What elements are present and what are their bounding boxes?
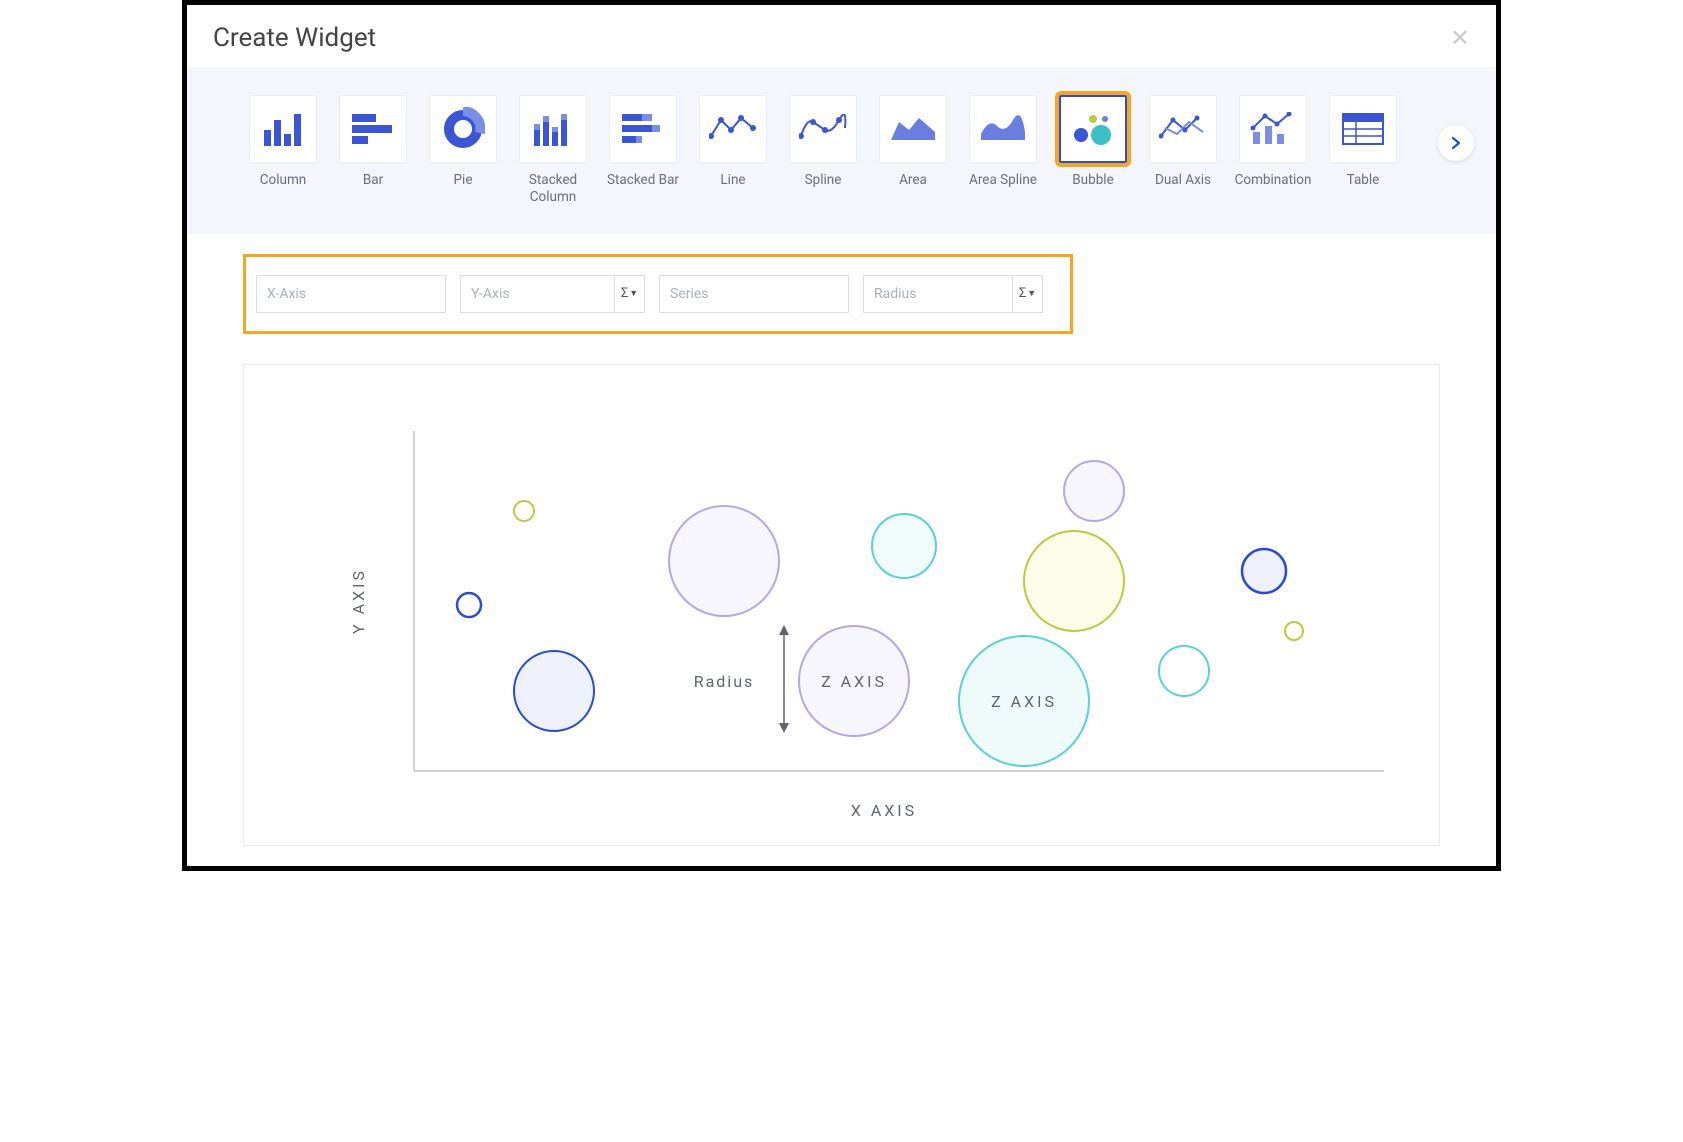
sigma-icon: Σ	[621, 286, 628, 301]
axis-config-bar: X-Axis Y-Axis Σ▼ Series Radius Σ▼	[243, 254, 1073, 334]
svg-text:Y AXIS: Y AXIS	[349, 568, 368, 634]
chart-type-label: Pie	[454, 172, 473, 189]
chart-type-table[interactable]: Table	[1327, 95, 1399, 189]
chart-type-label: Combination	[1235, 172, 1312, 189]
chart-type-area-spline[interactable]: Area Spline	[967, 95, 1039, 189]
chart-type-label: Spline	[805, 172, 842, 189]
chart-type-label: Table	[1347, 172, 1380, 189]
series-placeholder: Series	[670, 286, 709, 302]
chart-type-label: Stacked Column	[517, 172, 589, 206]
x-axis-input[interactable]: X-Axis	[256, 275, 446, 313]
chart-type-label: Column	[260, 172, 307, 189]
chart-type-bar[interactable]: Bar	[337, 95, 409, 189]
chart-type-spline[interactable]: Spline	[787, 95, 859, 189]
radius-input[interactable]: Radius	[863, 275, 1013, 313]
chart-type-combination[interactable]: Combination	[1237, 95, 1309, 189]
svg-text:Z AXIS: Z AXIS	[821, 672, 887, 691]
chart-type-stacked-column[interactable]: Stacked Column	[517, 95, 589, 206]
bubble-chart-icon	[1071, 109, 1115, 149]
svg-text:Z AXIS: Z AXIS	[991, 692, 1057, 711]
series-input[interactable]: Series	[659, 275, 849, 313]
chart-type-label: Stacked Bar	[607, 172, 679, 189]
area-chart-icon	[889, 114, 937, 144]
area-spline-icon	[979, 114, 1027, 144]
line-chart-icon	[709, 114, 757, 144]
spline-chart-icon	[799, 114, 847, 144]
radius-placeholder: Radius	[874, 286, 917, 302]
chart-type-bubble[interactable]: Bubble	[1057, 95, 1129, 189]
svg-text:Radius: Radius	[694, 672, 755, 691]
chart-type-area[interactable]: Area	[877, 95, 949, 189]
bubble-chart-preview: Y AXIS X AXIS Z AXIS Z AXIS	[264, 411, 1444, 831]
chart-type-label: Area	[899, 172, 927, 189]
chart-preview: Y AXIS X AXIS Z AXIS Z AXIS	[243, 364, 1440, 846]
chart-type-label: Line	[720, 172, 745, 189]
x-axis-placeholder: X-Axis	[267, 286, 306, 302]
table-icon	[1342, 113, 1384, 145]
radius-aggregation-button[interactable]: Σ▼	[1013, 275, 1043, 313]
close-button[interactable]: ✕	[1450, 24, 1470, 52]
chart-type-column[interactable]: Column	[247, 95, 319, 189]
y-axis-aggregation-button[interactable]: Σ▼	[615, 275, 645, 313]
chevron-right-icon	[1451, 136, 1461, 150]
chart-type-line[interactable]: Line	[697, 95, 769, 189]
chart-type-stacked-bar[interactable]: Stacked Bar	[607, 95, 679, 189]
svg-text:X AXIS: X AXIS	[851, 801, 917, 820]
y-axis-placeholder: Y-Axis	[471, 286, 510, 302]
chart-type-label: Bar	[363, 172, 383, 189]
dual-axis-icon	[1159, 114, 1207, 144]
bar-chart-icon	[352, 112, 394, 146]
sigma-icon: Σ	[1019, 286, 1026, 301]
chart-type-label: Dual Axis	[1155, 172, 1211, 189]
chart-type-label: Area Spline	[969, 172, 1037, 189]
scroll-right-button[interactable]	[1438, 125, 1474, 161]
chart-type-dual-axis[interactable]: Dual Axis	[1147, 95, 1219, 189]
chart-type-pie[interactable]: Pie	[427, 95, 499, 189]
pie-chart-icon	[441, 107, 485, 151]
y-axis-input[interactable]: Y-Axis	[460, 275, 615, 313]
chart-type-label: Bubble	[1072, 172, 1113, 189]
page-title: Create Widget	[213, 23, 376, 53]
column-chart-icon	[262, 112, 304, 146]
stacked-bar-icon	[622, 112, 664, 146]
combination-chart-icon	[1249, 112, 1297, 146]
stacked-column-icon	[532, 112, 574, 146]
chart-type-selector: Column Bar Pie	[187, 67, 1496, 234]
